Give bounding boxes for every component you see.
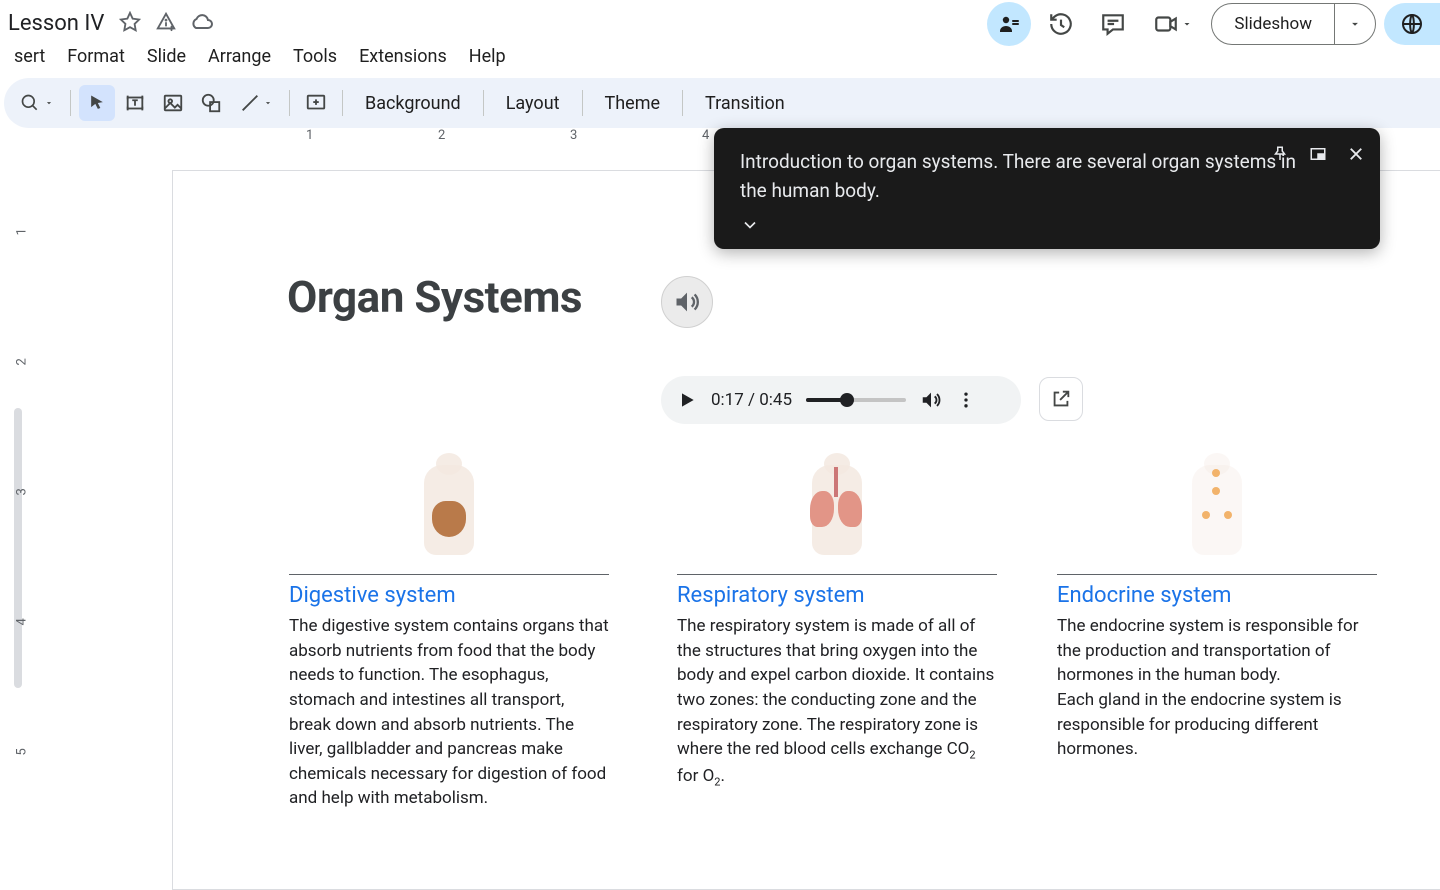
expand-icon[interactable]	[1304, 140, 1332, 168]
zoom-tool[interactable]	[12, 85, 62, 121]
more-icon[interactable]	[956, 390, 976, 410]
column-respiratory[interactable]: Respiratory system The respiratory syste…	[677, 443, 997, 790]
chevron-down-icon[interactable]	[740, 215, 1324, 235]
people-icon[interactable]	[987, 2, 1031, 46]
ruler-h-tick: 1	[306, 128, 313, 143]
caption-controls	[1266, 140, 1370, 168]
audio-time: 0:17 / 0:45	[711, 390, 792, 410]
theme-button[interactable]: Theme	[591, 93, 675, 114]
column-heading: Endocrine system	[1057, 583, 1377, 608]
menu-format[interactable]: Format	[57, 42, 135, 71]
menu-extensions[interactable]: Extensions	[349, 42, 457, 71]
menu-tools[interactable]: Tools	[283, 42, 347, 71]
separator	[289, 90, 290, 116]
volume-icon[interactable]	[920, 389, 942, 411]
move-icon[interactable]	[148, 4, 184, 40]
pin-icon[interactable]	[1266, 140, 1294, 168]
ruler-v-tick: 3	[15, 488, 30, 495]
slideshow-label[interactable]: Slideshow	[1212, 4, 1335, 44]
title-bar: Lesson IV Slideshow	[0, 0, 1440, 40]
toolbar: Background Layout Theme Transition	[4, 78, 1440, 128]
divider	[1057, 574, 1377, 575]
play-icon[interactable]	[677, 390, 697, 410]
menu-arrange[interactable]: Arrange	[198, 42, 281, 71]
separator	[342, 90, 343, 116]
menu-insert[interactable]: sert	[4, 42, 55, 71]
video-call-icon[interactable]	[1143, 2, 1203, 46]
slide-title[interactable]: Organ Systems	[287, 271, 582, 323]
ruler-v-tick: 4	[15, 618, 30, 625]
audio-progress-fill	[806, 398, 844, 402]
endocrine-image	[1057, 443, 1377, 568]
image-tool[interactable]	[155, 85, 191, 121]
ruler-v-tick: 2	[15, 358, 30, 365]
menu-slide[interactable]: Slide	[137, 42, 196, 71]
divider	[677, 574, 997, 575]
close-icon[interactable]	[1342, 140, 1370, 168]
respiratory-image	[677, 443, 997, 568]
column-body: The digestive system contains organs tha…	[289, 614, 609, 811]
menu-help[interactable]: Help	[459, 42, 516, 71]
divider	[289, 574, 609, 575]
cloud-saved-icon[interactable]	[184, 4, 220, 40]
column-heading: Digestive system	[289, 583, 609, 608]
ruler-v-tick: 5	[15, 748, 30, 755]
transition-button[interactable]: Transition	[691, 93, 799, 114]
header-right: Slideshow	[987, 2, 1440, 46]
background-button[interactable]: Background	[351, 93, 475, 114]
ruler-h-tick: 4	[702, 128, 709, 143]
separator	[483, 90, 484, 116]
history-icon[interactable]	[1039, 2, 1083, 46]
caption-overlay[interactable]: Introduction to organ systems. There are…	[714, 128, 1380, 249]
column-body: The endocrine system is responsible for …	[1057, 614, 1377, 762]
filmstrip-scrollbar[interactable]	[14, 408, 22, 688]
column-endocrine[interactable]: Endocrine system The endocrine system is…	[1057, 443, 1377, 762]
shape-tool[interactable]	[193, 85, 229, 121]
comments-icon[interactable]	[1091, 2, 1135, 46]
slide-canvas[interactable]: Organ Systems 0:17 / 0:45	[172, 170, 1440, 890]
share-button[interactable]	[1384, 3, 1440, 45]
column-body: The respiratory system is made of all of…	[677, 614, 997, 790]
select-tool[interactable]	[79, 85, 115, 121]
column-digestive[interactable]: Digestive system The digestive system co…	[289, 443, 609, 811]
popout-icon[interactable]	[1039, 377, 1083, 421]
document-title[interactable]: Lesson IV	[4, 11, 112, 36]
caption-text: Introduction to organ systems. There are…	[740, 148, 1324, 205]
textbox-tool[interactable]	[117, 85, 153, 121]
ruler-h-tick: 2	[438, 128, 445, 143]
audio-player: 0:17 / 0:45	[661, 376, 1021, 424]
star-icon[interactable]	[112, 4, 148, 40]
slideshow-dropdown-icon[interactable]	[1335, 4, 1375, 44]
vertical-ruler: 1 2 3 4 5	[0, 128, 46, 872]
ruler-h-tick: 3	[570, 128, 577, 143]
separator	[582, 90, 583, 116]
line-tool[interactable]	[231, 85, 281, 121]
audio-progress[interactable]	[806, 398, 906, 402]
slideshow-button[interactable]: Slideshow	[1211, 3, 1376, 45]
ruler-v-tick: 1	[15, 228, 30, 235]
separator	[682, 90, 683, 116]
digestive-image	[289, 443, 609, 568]
comment-add-tool[interactable]	[298, 85, 334, 121]
audio-object[interactable]	[661, 276, 713, 328]
column-heading: Respiratory system	[677, 583, 997, 608]
audio-progress-knob[interactable]	[840, 393, 854, 407]
layout-button[interactable]: Layout	[492, 93, 574, 114]
separator	[70, 90, 71, 116]
